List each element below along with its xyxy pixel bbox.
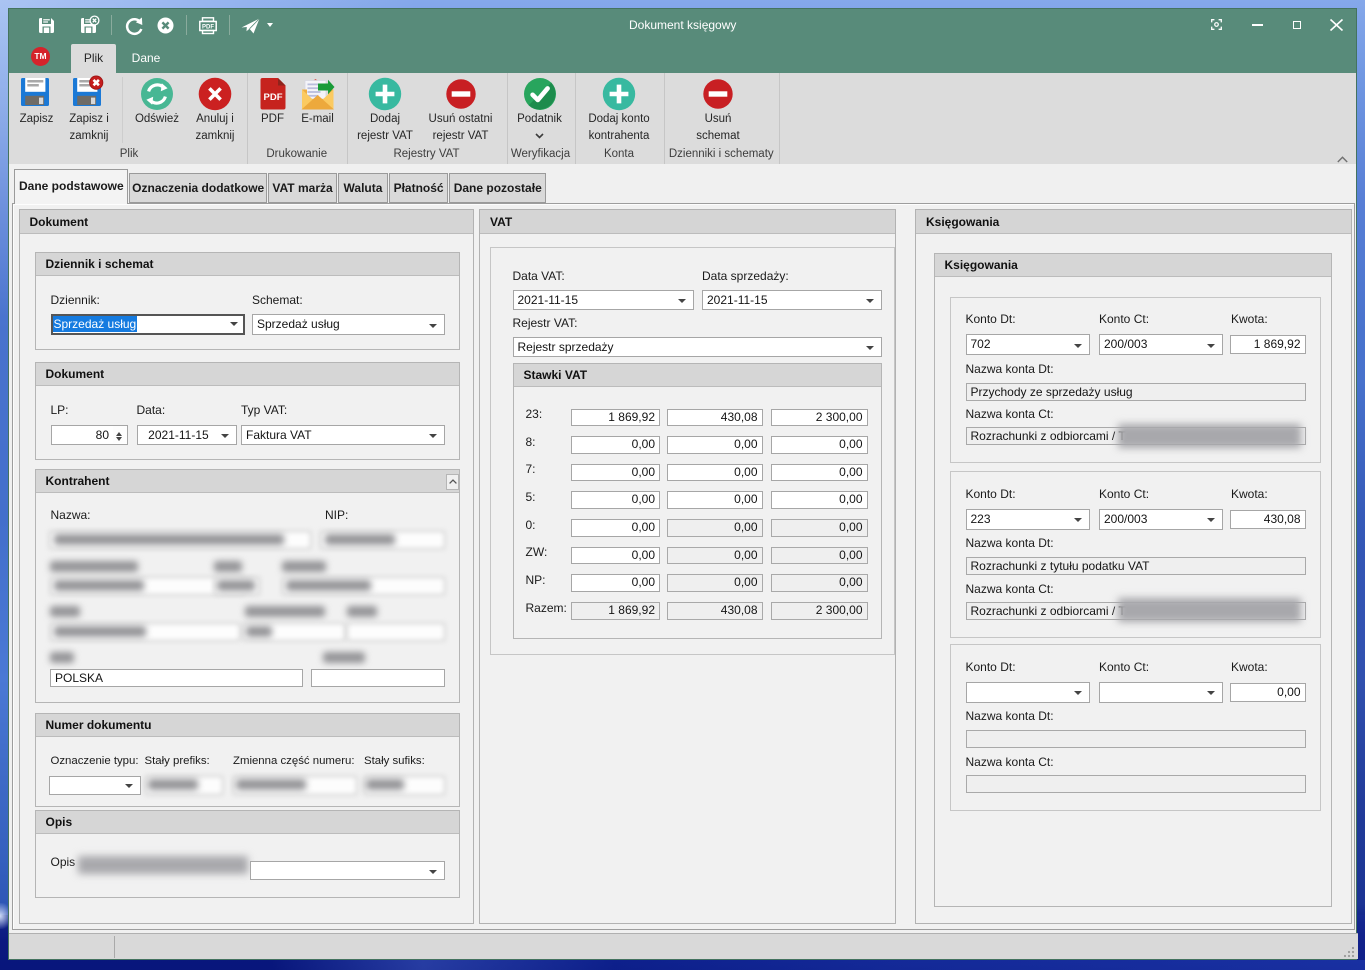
svg-text:PDF: PDF — [202, 25, 214, 31]
svg-text:PDF: PDF — [263, 92, 282, 103]
